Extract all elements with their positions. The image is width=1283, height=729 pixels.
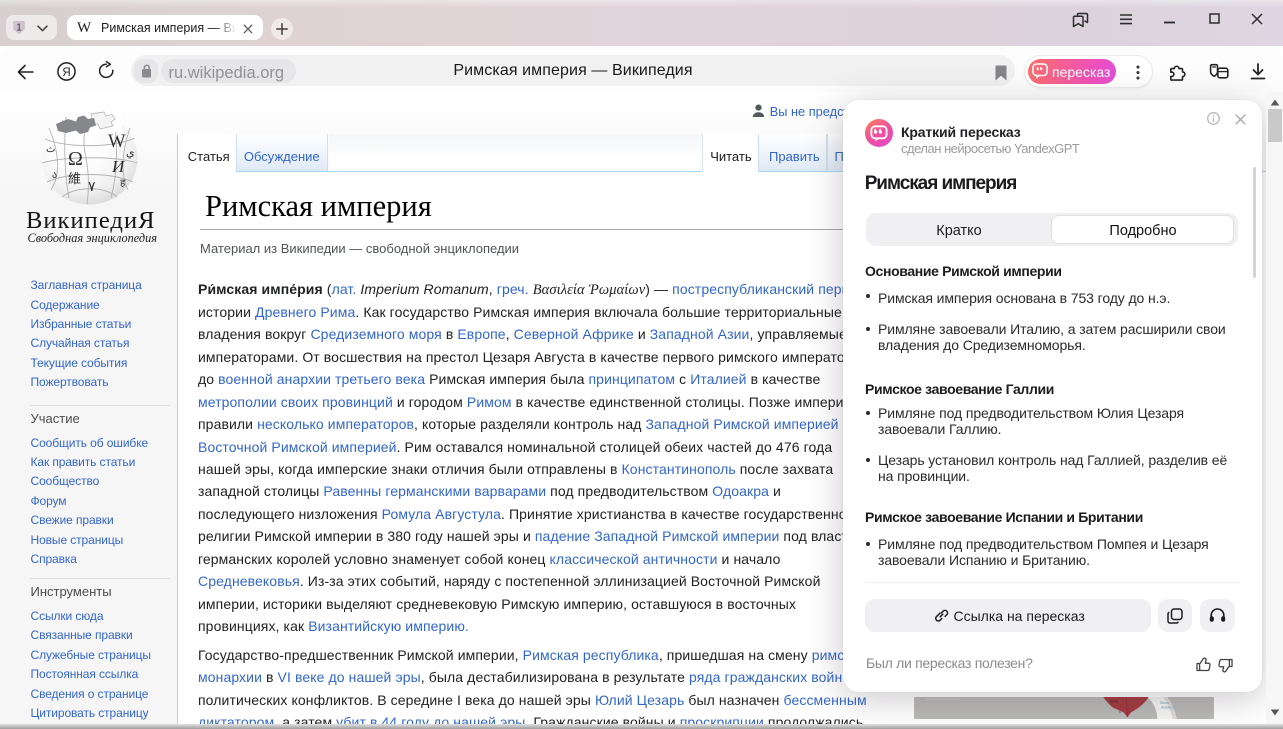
svg-text:維: 維 <box>68 171 81 186</box>
svg-text:٧: ٧ <box>88 180 96 195</box>
svg-text:1: 1 <box>16 22 22 33</box>
svg-text:И: И <box>111 157 126 176</box>
svg-text:Arabicus: Arabicus <box>1161 705 1175 709</box>
svg-text:OCEANVS ATLANTICVS: OCEANVS ATLANTICVS <box>926 697 959 701</box>
svg-text:It: It <box>1119 709 1121 713</box>
svg-text:W: W <box>108 132 126 152</box>
svg-text:ह: ह <box>120 178 126 189</box>
svg-text:Ω: Ω <box>68 148 83 170</box>
svg-text:ث: ث <box>46 144 55 155</box>
svg-text:ي: ي <box>126 147 135 159</box>
svg-text:ა: ა <box>52 170 57 181</box>
svg-text:Roma: Roma <box>1110 699 1119 703</box>
svg-text:Я: Я <box>62 67 70 79</box>
svg-text:Sinus: Sinus <box>1160 700 1169 704</box>
